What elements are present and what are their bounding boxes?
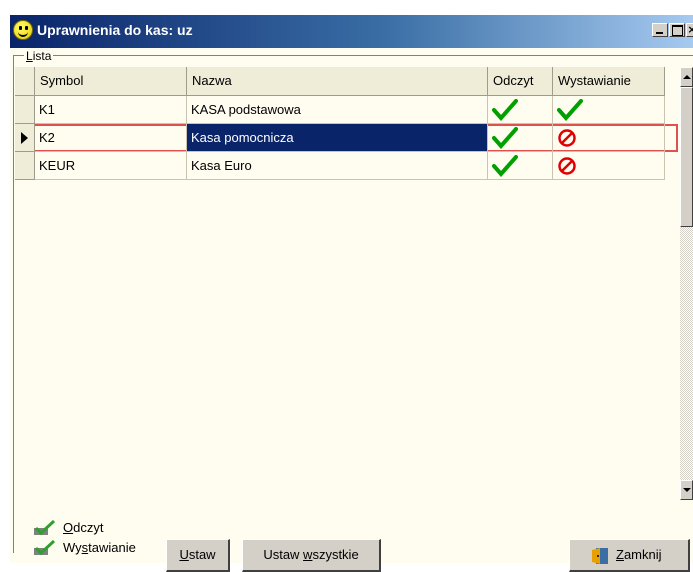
- minimize-icon: [656, 32, 663, 34]
- green-check-pencil-icon: [34, 520, 56, 536]
- legend-odczyt-label: dczyt: [73, 520, 104, 535]
- smiley-icon[interactable]: [13, 20, 33, 40]
- minimize-button[interactable]: [652, 23, 668, 37]
- cell-nazwa[interactable]: KASA podstawowa: [187, 96, 488, 124]
- cell-wystawianie[interactable]: [553, 96, 665, 124]
- maximize-button[interactable]: [669, 23, 685, 37]
- window-title: Uprawnienia do kas: uz: [37, 22, 193, 38]
- table-row[interactable]: K1 KASA podstawowa: [15, 96, 678, 124]
- column-header-nazwa[interactable]: Nazwa: [187, 67, 488, 96]
- green-check-pencil-icon: [34, 540, 56, 556]
- cell-wystawianie[interactable]: [553, 152, 665, 180]
- check-icon: [492, 127, 518, 149]
- check-icon: [492, 99, 518, 121]
- zamknij-button[interactable]: Zamknij: [569, 539, 690, 572]
- vertical-scrollbar[interactable]: [680, 67, 693, 500]
- cell-text: K1: [39, 102, 55, 117]
- column-header-symbol[interactable]: Symbol: [35, 67, 187, 96]
- forbidden-icon: [558, 129, 576, 147]
- ustaw-wszystkie-button[interactable]: Ustaw wszystkie: [242, 539, 381, 572]
- close-button[interactable]: ×: [686, 23, 693, 37]
- door-exit-icon: [592, 548, 608, 564]
- scroll-up-button[interactable]: [680, 67, 693, 87]
- cell-text: KEUR: [39, 158, 76, 173]
- row-indicator[interactable]: [15, 96, 35, 124]
- cell-symbol[interactable]: KEUR: [35, 152, 187, 180]
- list-group-label: Lista: [24, 49, 54, 63]
- cell-odczyt[interactable]: [488, 124, 553, 152]
- window: Uprawnienia do kas: uz × Lista Symbol Na…: [10, 15, 693, 572]
- arrow-up-icon: [683, 75, 691, 79]
- maximize-icon: [672, 25, 683, 36]
- ustaw-button[interactable]: Ustaw: [166, 539, 230, 572]
- legend-odczyt-mnemonic: O: [63, 520, 74, 535]
- forbidden-icon: [558, 157, 576, 175]
- row-indicator[interactable]: [15, 152, 35, 180]
- cell-text: K2: [39, 130, 55, 145]
- column-header-wystawianie[interactable]: Wystawianie: [553, 67, 665, 96]
- arrow-down-icon: [683, 488, 691, 492]
- cell-text: KASA podstawowa: [191, 102, 301, 117]
- scroll-down-button[interactable]: [680, 480, 693, 500]
- table-row[interactable]: KEUR Kasa Euro: [15, 152, 678, 180]
- cell-symbol[interactable]: K1: [35, 96, 187, 124]
- cell-nazwa[interactable]: Kasa Euro: [187, 152, 488, 180]
- cell-text: Kasa pomocnicza: [191, 130, 294, 145]
- scroll-thumb[interactable]: [680, 87, 693, 227]
- row-indicator[interactable]: [15, 124, 35, 152]
- column-header-odczyt[interactable]: Odczyt: [488, 67, 553, 96]
- check-icon: [557, 99, 583, 121]
- title-bar[interactable]: Uprawnienia do kas: uz ×: [10, 15, 693, 48]
- check-icon: [492, 155, 518, 177]
- cell-wystawianie[interactable]: [553, 124, 665, 152]
- cell-odczyt[interactable]: [488, 152, 553, 180]
- cell-text: Kasa Euro: [191, 158, 252, 173]
- current-row-arrow-icon: [21, 132, 28, 144]
- permissions-grid[interactable]: Symbol Nazwa Odczyt Wystawianie K1 KASA p…: [15, 67, 678, 491]
- header-indicator-cell: [15, 67, 35, 96]
- cell-odczyt[interactable]: [488, 96, 553, 124]
- cell-symbol[interactable]: K2: [35, 124, 187, 152]
- table-row[interactable]: K2 Kasa pomocnicza: [15, 124, 678, 152]
- cell-nazwa[interactable]: Kasa pomocnicza: [187, 124, 488, 152]
- close-icon: ×: [687, 24, 693, 36]
